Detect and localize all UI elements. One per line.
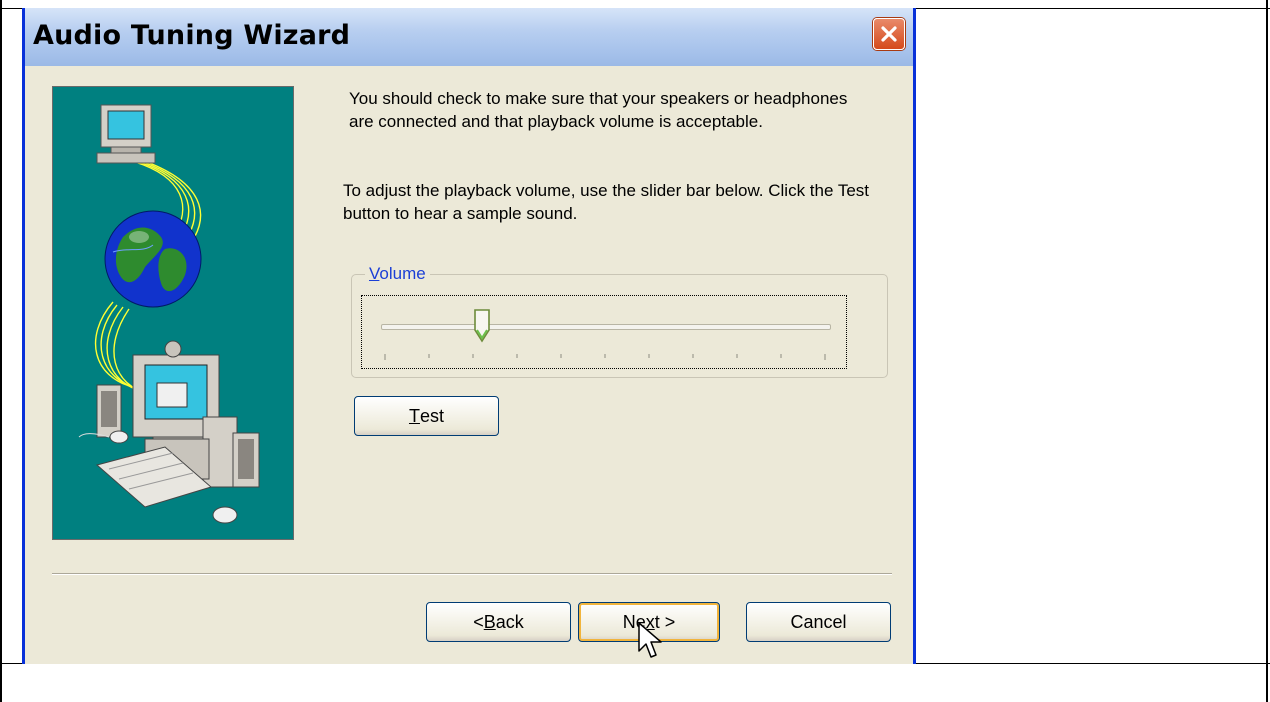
close-button[interactable] [873, 18, 905, 50]
outer-frame-left [0, 0, 2, 702]
audio-tuning-wizard-window: Audio Tuning Wizard You should check to … [22, 8, 916, 664]
instruction-text-1: You should check to make sure that your … [349, 89, 848, 131]
volume-slider-thumb[interactable] [472, 308, 492, 344]
cancel-button[interactable]: Cancel [746, 602, 891, 642]
back-button[interactable]: < Back [426, 602, 571, 642]
cursor-icon [638, 622, 662, 658]
title-bar[interactable]: Audio Tuning Wizard [25, 8, 913, 66]
volume-slider-track[interactable] [381, 324, 831, 330]
wizard-separator [52, 573, 892, 575]
test-button[interactable]: Test [354, 396, 499, 436]
wizard-client-area: You should check to make sure that your … [25, 66, 913, 664]
instruction-text-2: To adjust the playback volume, use the s… [343, 181, 870, 223]
globe-icon [104, 210, 202, 308]
outer-frame-right [1266, 0, 1268, 702]
wizard-illustration [52, 86, 294, 540]
slider-focus-rect [361, 295, 847, 369]
window-title: Audio Tuning Wizard [33, 20, 351, 51]
volume-group-label: Volume [365, 264, 430, 284]
computer-icon [96, 104, 156, 164]
close-icon [881, 26, 897, 42]
